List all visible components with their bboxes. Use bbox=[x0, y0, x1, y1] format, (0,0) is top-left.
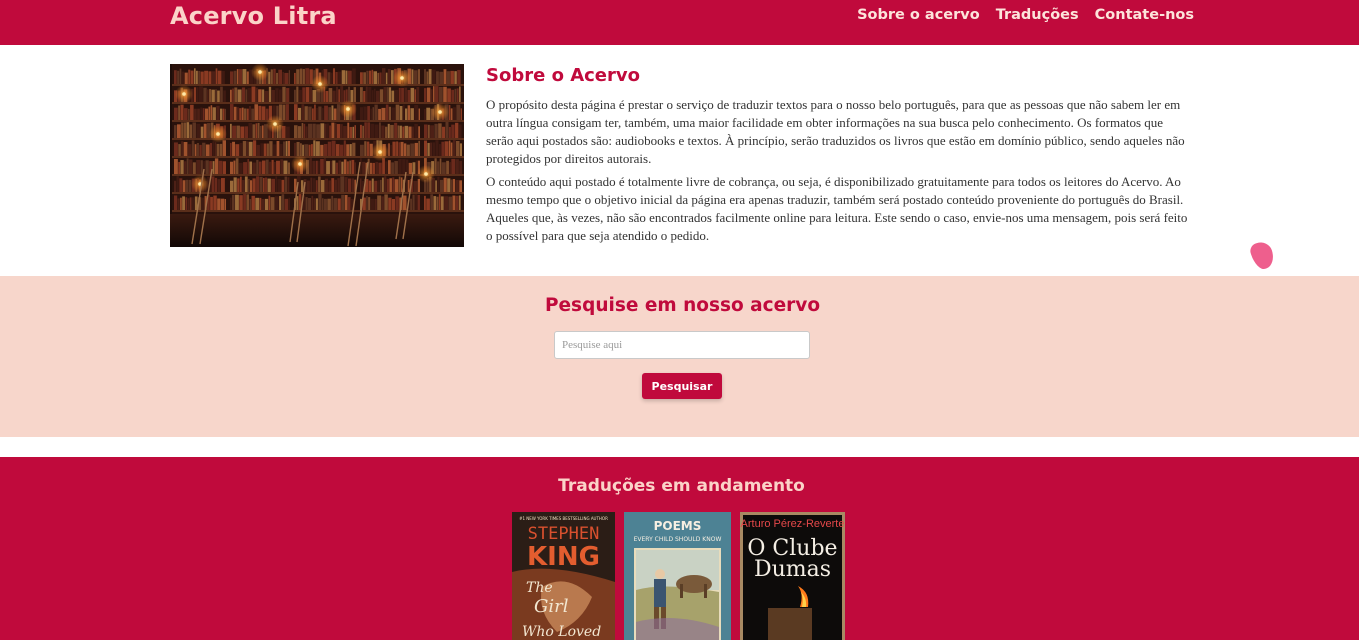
book1-author: STEPHEN bbox=[528, 524, 600, 544]
search-input[interactable] bbox=[554, 331, 810, 359]
library-image bbox=[170, 64, 464, 247]
nav-link-translations[interactable]: Traduções bbox=[996, 7, 1079, 23]
book1-author-last: KING bbox=[527, 542, 600, 572]
book1-title-line-2: Girl bbox=[534, 596, 569, 617]
site-brand[interactable]: Acervo Litra bbox=[170, 2, 337, 30]
book-cover-clube-dumas[interactable]: Arturo Pérez-Reverte O Clube Dumas bbox=[740, 512, 845, 640]
site-header: Acervo Litra Sobre o acervo Traduções Co… bbox=[0, 0, 1359, 45]
search-section: Pesquise em nosso acervo Pesquisar bbox=[0, 276, 1359, 437]
book2-subtitle: EVERY CHILD SHOULD KNOW bbox=[634, 536, 722, 543]
about-paragraph-2: O conteúdo aqui postado é totalmente liv… bbox=[486, 174, 1188, 243]
book1-banner: #1 NEW YORK TIMES BESTSELLING AUTHOR bbox=[519, 516, 608, 521]
main-nav: Sobre o acervo Traduções Contate-nos bbox=[857, 7, 1194, 23]
decorative-blob-icon bbox=[1248, 239, 1277, 272]
book1-title-line-1: The bbox=[526, 580, 553, 596]
book2-title: POEMS bbox=[654, 519, 702, 533]
translations-section: Traduções em andamento #1 NEW YORK TIMES… bbox=[0, 457, 1359, 640]
nav-link-about[interactable]: Sobre o acervo bbox=[857, 7, 980, 23]
book3-title-line-2: Dumas bbox=[754, 557, 831, 582]
book3-author: Arturo Pérez-Reverte bbox=[741, 518, 845, 530]
search-title: Pesquise em nosso acervo bbox=[544, 295, 821, 316]
search-button[interactable]: Pesquisar bbox=[642, 373, 722, 399]
book-cover-poems[interactable]: POEMS EVERY CHILD SHOULD KNOW bbox=[624, 512, 731, 640]
nav-link-contact[interactable]: Contate-nos bbox=[1095, 7, 1194, 23]
about-title: Sobre o Acervo bbox=[486, 65, 640, 86]
book-cover-girl-who-loved[interactable]: #1 NEW YORK TIMES BESTSELLING AUTHOR STE… bbox=[512, 512, 615, 640]
about-content: Sobre o Acervo O propósito desta página … bbox=[486, 65, 1191, 250]
about-paragraph-1: O propósito desta página é prestar o ser… bbox=[486, 97, 1185, 166]
translations-title: Traduções em andamento bbox=[558, 476, 805, 496]
about-section: Sobre o Acervo O propósito desta página … bbox=[0, 45, 1359, 276]
book1-title-line-3: Who Loved bbox=[522, 624, 601, 640]
